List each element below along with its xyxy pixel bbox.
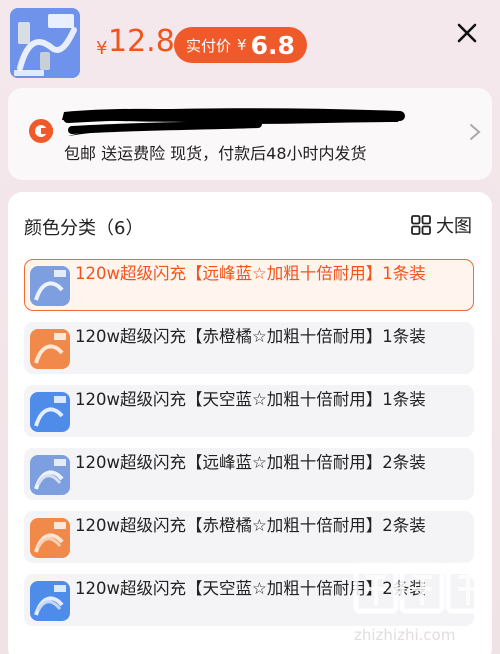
price-value: 12.8 (108, 24, 175, 59)
variant-option[interactable]: 120w超级闪充【天空蓝☆加粗十倍耐用】1条装 (24, 385, 474, 437)
price-currency: ¥ (96, 38, 108, 59)
big-picture-label: 大图 (436, 216, 472, 237)
product-thumbnail[interactable] (10, 8, 80, 78)
variant-thumbnail (30, 392, 70, 432)
close-icon[interactable] (452, 18, 482, 48)
actual-price-currency: ¥ (237, 36, 247, 54)
variant-section-title: 颜色分类（6） (24, 218, 144, 239)
actual-price-badge: 实付价 ¥ 6.8 (174, 27, 307, 63)
variant-thumbnail (30, 455, 70, 495)
actual-price-value: 6.8 (250, 30, 295, 60)
big-picture-toggle[interactable]: 大图 (410, 212, 472, 238)
variant-option[interactable]: 120w超级闪充【赤橙橘☆加粗十倍耐用】1条装 (24, 322, 474, 374)
watermark-text: zhizhizhi.com (354, 626, 456, 644)
shipping-text: 包邮 送运费险 现货，付款后48小时内发货 (64, 144, 367, 163)
variant-option[interactable]: 120w超级闪充【远峰蓝☆加粗十倍耐用】1条装 (24, 259, 474, 311)
shipping-badge-icon (29, 119, 53, 143)
variant-label: 120w超级闪充【赤橙橘☆加粗十倍耐用】2条装 (75, 516, 426, 535)
variant-thumbnail (30, 581, 70, 621)
variant-label: 120w超级闪充【远峰蓝☆加粗十倍耐用】1条装 (75, 264, 426, 283)
actual-price-label: 实付价 (186, 36, 232, 55)
variant-thumbnail (30, 518, 70, 558)
chevron-right-icon (470, 124, 481, 140)
variant-thumbnail (30, 329, 70, 369)
variant-option[interactable]: 120w超级闪充【远峰蓝☆加粗十倍耐用】2条装 (24, 448, 474, 500)
header: ¥ 12.8 实付价 ¥ 6.8 (0, 0, 500, 88)
variant-label: 120w超级闪充【赤橙橘☆加粗十倍耐用】1条装 (75, 327, 426, 346)
variant-label: 120w超级闪充【远峰蓝☆加粗十倍耐用】2条装 (75, 453, 426, 472)
redacted-address (62, 108, 405, 136)
shipping-card[interactable]: 包邮 送运费险 现货，付款后48小时内发货 (8, 88, 492, 180)
variant-label: 120w超级闪充【天空蓝☆加粗十倍耐用】1条装 (75, 390, 426, 409)
variant-thumbnail (30, 266, 70, 306)
grid-icon (411, 215, 431, 235)
